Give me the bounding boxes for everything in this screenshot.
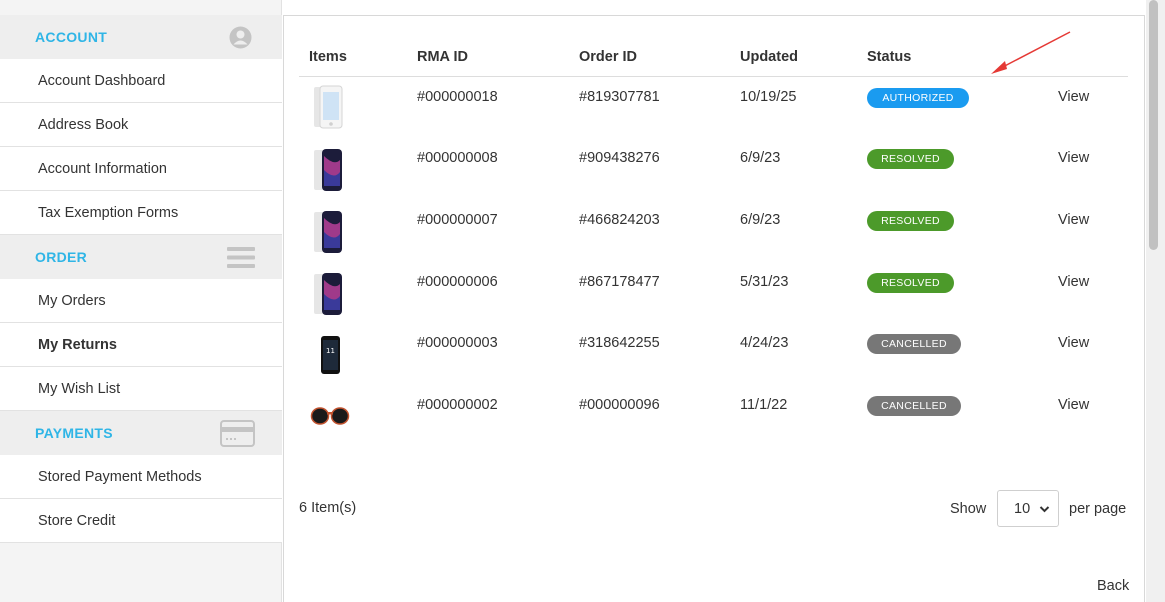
sidebar-item-label: Store Credit — [38, 513, 116, 529]
per-page-label: per page — [1069, 501, 1127, 517]
sidebar-item-label: My Wish List — [38, 381, 121, 397]
sidebar: ACCOUNT Account Dashboard Address Book A… — [0, 0, 282, 602]
sidebar-item-account-dashboard[interactable]: Account Dashboard — [0, 59, 282, 103]
header-items: Items — [309, 49, 347, 65]
sidebar-item-account-information[interactable]: Account Information — [0, 147, 282, 191]
chevron-down-icon — [1039, 506, 1050, 513]
annotation-arrow-icon — [991, 31, 1071, 74]
order-id-cell: #466824203 — [579, 212, 660, 228]
back-link[interactable]: Back — [1097, 578, 1129, 594]
item-count: 6 Item(s) — [299, 500, 357, 516]
status-badge: RESOLVED — [867, 211, 954, 231]
order-id-cell: #909438276 — [579, 150, 660, 166]
status-badge: RESOLVED — [867, 273, 954, 293]
rma-id-cell: #000000008 — [417, 150, 498, 166]
updated-cell: 6/9/23 — [740, 212, 781, 228]
sunglasses-icon — [310, 407, 350, 425]
sidebar-item-label: Tax Exemption Forms — [38, 205, 179, 221]
order-id-cell: #318642255 — [579, 335, 660, 351]
rma-id-cell: #000000006 — [417, 274, 498, 290]
sidebar-item-my-wish-list[interactable]: My Wish List — [0, 367, 282, 411]
header-order-id: Order ID — [579, 49, 638, 65]
per-page-value: 10 — [1014, 501, 1031, 517]
updated-cell: 5/31/23 — [740, 274, 789, 290]
order-id-cell: #867178477 — [579, 274, 660, 290]
view-link[interactable]: View — [1058, 335, 1089, 351]
updated-cell: 4/24/23 — [740, 335, 789, 351]
status-badge: AUTHORIZED — [867, 88, 969, 108]
rma-id-cell: #000000018 — [417, 89, 498, 105]
user-icon — [229, 26, 252, 49]
header-updated: Updated — [740, 49, 798, 65]
returns-panel: Items RMA ID Order ID Updated Status #00… — [283, 15, 1145, 602]
sidebar-item-label: Account Information — [38, 161, 167, 177]
phone-purple-icon — [314, 211, 342, 253]
updated-cell: 6/9/23 — [740, 150, 781, 166]
sidebar-item-label: My Returns — [38, 337, 117, 353]
status-badge: CANCELLED — [867, 396, 961, 416]
account-section-title: ACCOUNT — [35, 29, 108, 45]
status-badge: CANCELLED — [867, 334, 961, 354]
phone-white-icon — [314, 85, 343, 129]
sidebar-item-label: Address Book — [38, 117, 129, 133]
rma-id-cell: #000000003 — [417, 335, 498, 351]
show-label: Show — [950, 501, 987, 517]
phone-purple-icon — [314, 273, 342, 315]
header-rma-id: RMA ID — [417, 49, 469, 65]
status-badge: RESOLVED — [867, 149, 954, 169]
order-id-cell: #000000096 — [579, 397, 660, 413]
order-section-header: ORDER — [0, 235, 282, 279]
sidebar-item-label: Account Dashboard — [38, 73, 166, 89]
header-status: Status — [867, 49, 912, 65]
updated-cell: 11/1/22 — [740, 397, 788, 413]
order-section-title: ORDER — [35, 249, 88, 265]
sidebar-item-label: My Orders — [38, 293, 106, 309]
phone-black-icon: 11 — [321, 336, 340, 374]
sidebar-item-stored-payment-methods[interactable]: Stored Payment Methods — [0, 455, 282, 499]
view-link[interactable]: View — [1058, 274, 1089, 290]
svg-text:11: 11 — [326, 347, 335, 355]
sidebar-item-my-returns[interactable]: My Returns — [0, 323, 282, 367]
payments-section-title: PAYMENTS — [35, 425, 113, 441]
view-link[interactable]: View — [1058, 89, 1089, 105]
credit-card-icon — [220, 420, 255, 447]
payments-section-header: PAYMENTS — [0, 411, 282, 455]
phone-purple-icon — [314, 149, 342, 191]
sidebar-item-store-credit[interactable]: Store Credit — [0, 499, 282, 543]
view-link[interactable]: View — [1058, 150, 1089, 166]
list-icon — [227, 247, 255, 268]
rma-id-cell: #000000002 — [417, 397, 498, 413]
view-link[interactable]: View — [1058, 212, 1089, 228]
per-page-select[interactable]: 10 — [997, 490, 1059, 527]
account-section-header: ACCOUNT — [0, 15, 282, 59]
sidebar-item-address-book[interactable]: Address Book — [0, 103, 282, 147]
rma-id-cell: #000000007 — [417, 212, 498, 228]
order-id-cell: #819307781 — [579, 89, 660, 105]
view-link[interactable]: View — [1058, 397, 1089, 413]
sidebar-item-my-orders[interactable]: My Orders — [0, 279, 282, 323]
sidebar-item-tax-exemption-forms[interactable]: Tax Exemption Forms — [0, 191, 282, 235]
scrollbar-thumb[interactable] — [1149, 0, 1158, 250]
sidebar-item-label: Stored Payment Methods — [38, 469, 202, 485]
updated-cell: 10/19/25 — [740, 89, 797, 105]
